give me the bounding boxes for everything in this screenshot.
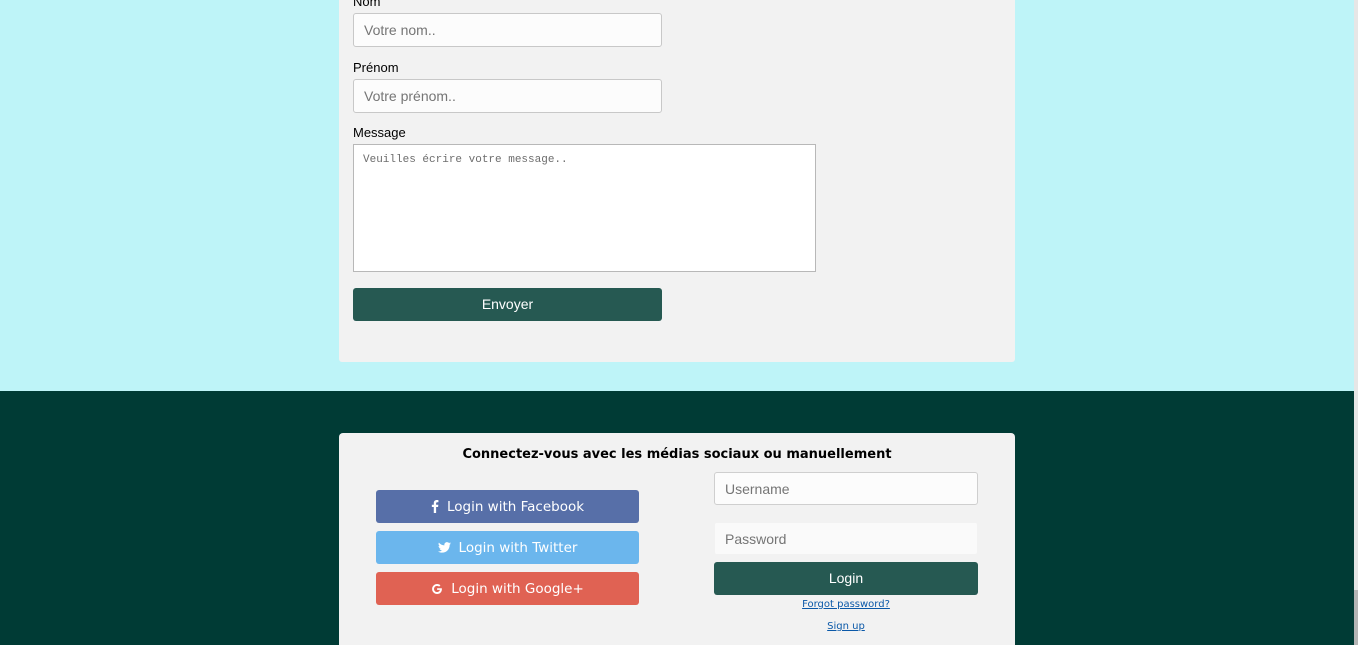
twitter-login-button[interactable]: Login with Twitter: [376, 531, 639, 564]
forgot-password-link[interactable]: Forgot password?: [714, 599, 978, 610]
google-login-label: Login with Google+: [451, 580, 584, 597]
contact-form: Nom Prénom Message Envoyer: [339, 0, 1015, 362]
nom-input[interactable]: [353, 13, 662, 47]
google-login-button[interactable]: Login with Google+: [376, 572, 639, 605]
send-button[interactable]: Envoyer: [353, 288, 662, 321]
password-input[interactable]: [714, 522, 978, 555]
facebook-icon: [431, 500, 439, 513]
message-textarea[interactable]: [353, 144, 816, 272]
twitter-icon: [437, 542, 451, 553]
google-icon: [431, 583, 443, 595]
prenom-label: Prénom: [353, 60, 399, 75]
page-scrollbar-thumb[interactable]: [1354, 590, 1358, 645]
prenom-input[interactable]: [353, 79, 662, 113]
signup-link[interactable]: Sign up: [714, 621, 978, 632]
login-title: Connectez-vous avec les médias sociaux o…: [462, 447, 892, 462]
page-scrollbar[interactable]: [1354, 0, 1358, 645]
twitter-login-label: Login with Twitter: [458, 539, 578, 556]
login-button[interactable]: Login: [714, 562, 978, 595]
username-input[interactable]: [714, 472, 978, 505]
facebook-login-label: Login with Facebook: [446, 498, 585, 515]
facebook-login-button[interactable]: Login with Facebook: [376, 490, 639, 523]
login-panel: Connectez-vous avec les médias sociaux o…: [339, 433, 1015, 645]
message-label: Message: [353, 125, 406, 140]
nom-label: Nom: [353, 0, 381, 9]
